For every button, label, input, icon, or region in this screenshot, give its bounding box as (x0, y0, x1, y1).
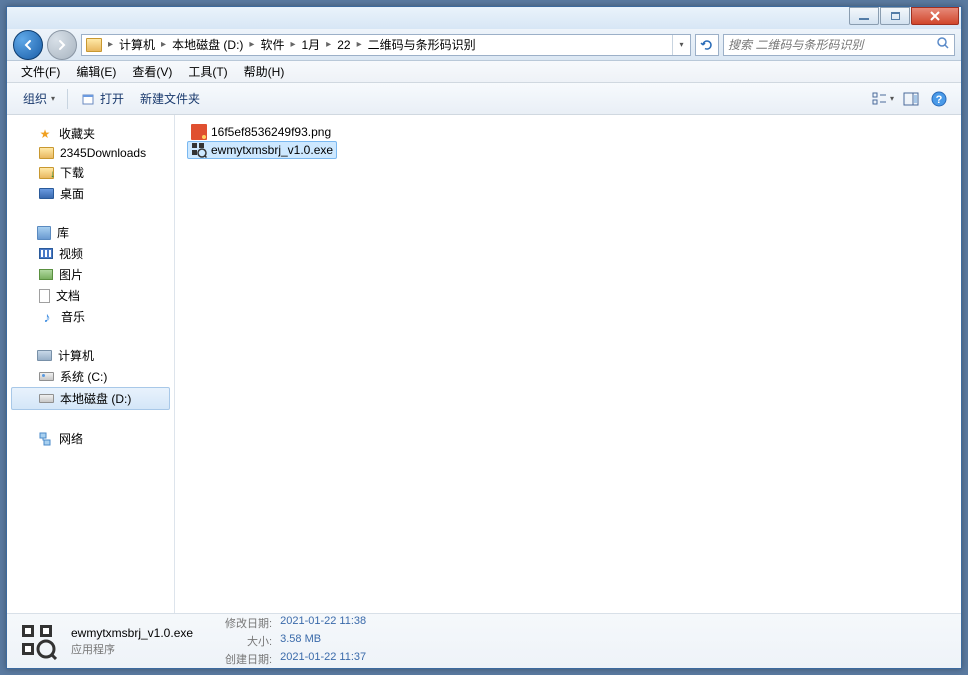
sidebar-item-drive-d[interactable]: 本地磁盘 (D:) (11, 387, 170, 410)
sidebar-item-downloads[interactable]: 2345Downloads (7, 144, 174, 162)
crumb-folder[interactable]: 软件 (256, 36, 288, 53)
video-icon (39, 248, 53, 259)
file-item[interactable]: 16f5ef8536249f93.png (187, 123, 335, 141)
back-button[interactable] (13, 30, 43, 60)
created-label: 创建日期: (225, 651, 272, 667)
sidebar-item-desktop[interactable]: 桌面 (7, 183, 174, 204)
sidebar-network[interactable]: 网络 (7, 428, 174, 449)
forward-button[interactable] (47, 30, 77, 60)
desktop-icon (39, 188, 54, 199)
sidebar-item-videos[interactable]: 视频 (7, 243, 174, 264)
file-type-icon (17, 620, 59, 662)
menu-bar: 文件(F) 编辑(E) 查看(V) 工具(T) 帮助(H) (7, 61, 961, 83)
close-button[interactable] (911, 7, 959, 25)
menu-tools[interactable]: 工具(T) (180, 61, 235, 82)
title-bar (7, 7, 961, 29)
chevron-icon: ▸ (247, 39, 256, 50)
image-file-icon (191, 124, 207, 140)
sidebar-item-pictures[interactable]: 图片 (7, 264, 174, 285)
sidebar-libraries[interactable]: 库 (7, 222, 174, 243)
menu-edit[interactable]: 编辑(E) (68, 61, 124, 82)
picture-icon (39, 269, 53, 280)
refresh-button[interactable] (695, 34, 719, 56)
navigation-pane: ★ 收藏夹 2345Downloads 下载 桌面 (7, 115, 175, 613)
toolbar: 组织▾ 打开 新建文件夹 ▾ ? (7, 83, 961, 115)
search-icon (936, 36, 950, 53)
explorer-window: ▸ 计算机 ▸ 本地磁盘 (D:) ▸ 软件 ▸ 1月 ▸ 22 ▸ 二维码与条… (6, 6, 962, 669)
music-icon: ♪ (39, 309, 55, 325)
download-folder-icon (39, 167, 54, 179)
file-list[interactable]: 16f5ef8536249f93.png ewmytxmsbrj_v1.0.ex… (175, 115, 961, 613)
modified-value: 2021-01-22 11:38 (280, 615, 366, 631)
size-value: 3.58 MB (280, 633, 366, 649)
star-icon: ★ (37, 126, 53, 142)
exe-file-icon (191, 142, 207, 158)
sidebar-item-download[interactable]: 下载 (7, 162, 174, 183)
file-item[interactable]: ewmytxmsbrj_v1.0.exe (187, 141, 337, 159)
details-filetype: 应用程序 (71, 641, 193, 657)
size-label: 大小: (225, 633, 272, 649)
drive-icon (39, 394, 54, 403)
crumb-drive[interactable]: 本地磁盘 (D:) (168, 36, 247, 53)
open-icon (80, 91, 96, 107)
new-folder-button[interactable]: 新建文件夹 (132, 86, 208, 111)
folder-icon (39, 147, 54, 159)
menu-view[interactable]: 查看(V) (124, 61, 180, 82)
crumb-folder[interactable]: 1月 (297, 36, 324, 53)
help-button[interactable]: ? (925, 88, 953, 110)
chevron-icon: ▸ (324, 39, 333, 50)
menu-help[interactable]: 帮助(H) (236, 61, 293, 82)
chevron-icon: ▸ (288, 39, 297, 50)
drive-icon (39, 372, 54, 381)
chevron-icon: ▸ (159, 39, 168, 50)
document-icon (39, 289, 50, 303)
search-input[interactable] (728, 38, 936, 52)
svg-text:?: ? (936, 94, 943, 106)
sidebar-item-drive-c[interactable]: 系统 (C:) (7, 366, 174, 387)
crumb-computer[interactable]: 计算机 (115, 36, 159, 53)
breadcrumb-bar[interactable]: ▸ 计算机 ▸ 本地磁盘 (D:) ▸ 软件 ▸ 1月 ▸ 22 ▸ 二维码与条… (81, 34, 691, 56)
library-icon (37, 226, 51, 240)
organize-button[interactable]: 组织▾ (15, 86, 63, 111)
details-text: ewmytxmsbrj_v1.0.exe 应用程序 (71, 626, 193, 657)
details-filename: ewmytxmsbrj_v1.0.exe (71, 626, 193, 640)
file-name: 16f5ef8536249f93.png (211, 125, 331, 139)
divider (67, 89, 68, 109)
chevron-icon: ▸ (106, 39, 115, 50)
address-bar: ▸ 计算机 ▸ 本地磁盘 (D:) ▸ 软件 ▸ 1月 ▸ 22 ▸ 二维码与条… (7, 29, 961, 61)
open-button[interactable]: 打开 (72, 86, 132, 111)
menu-file[interactable]: 文件(F) (13, 61, 68, 82)
address-dropdown[interactable]: ▾ (672, 34, 690, 56)
preview-pane-button[interactable] (897, 88, 925, 110)
file-name: ewmytxmsbrj_v1.0.exe (211, 143, 333, 157)
sidebar-item-music[interactable]: ♪ 音乐 (7, 306, 174, 327)
sidebar-computer[interactable]: 计算机 (7, 345, 174, 366)
modified-label: 修改日期: (225, 615, 272, 631)
sidebar-favorites[interactable]: ★ 收藏夹 (7, 123, 174, 144)
details-pane: ewmytxmsbrj_v1.0.exe 应用程序 修改日期: 2021-01-… (7, 613, 961, 668)
minimize-button[interactable] (849, 7, 879, 25)
chevron-icon: ▸ (355, 39, 364, 50)
maximize-button[interactable] (880, 7, 910, 25)
crumb-current[interactable]: 二维码与条形码识别 (364, 36, 480, 53)
search-box[interactable] (723, 34, 955, 56)
sidebar-item-documents[interactable]: 文档 (7, 285, 174, 306)
body: ★ 收藏夹 2345Downloads 下载 桌面 (7, 115, 961, 613)
created-value: 2021-01-22 11:37 (280, 651, 366, 667)
computer-icon (37, 350, 52, 361)
crumb-folder[interactable]: 22 (333, 38, 354, 52)
network-icon (37, 431, 53, 447)
folder-icon (86, 38, 102, 52)
details-metadata: 修改日期: 2021-01-22 11:38 大小: 3.58 MB 创建日期:… (225, 615, 366, 667)
view-mode-button[interactable]: ▾ (869, 88, 897, 110)
